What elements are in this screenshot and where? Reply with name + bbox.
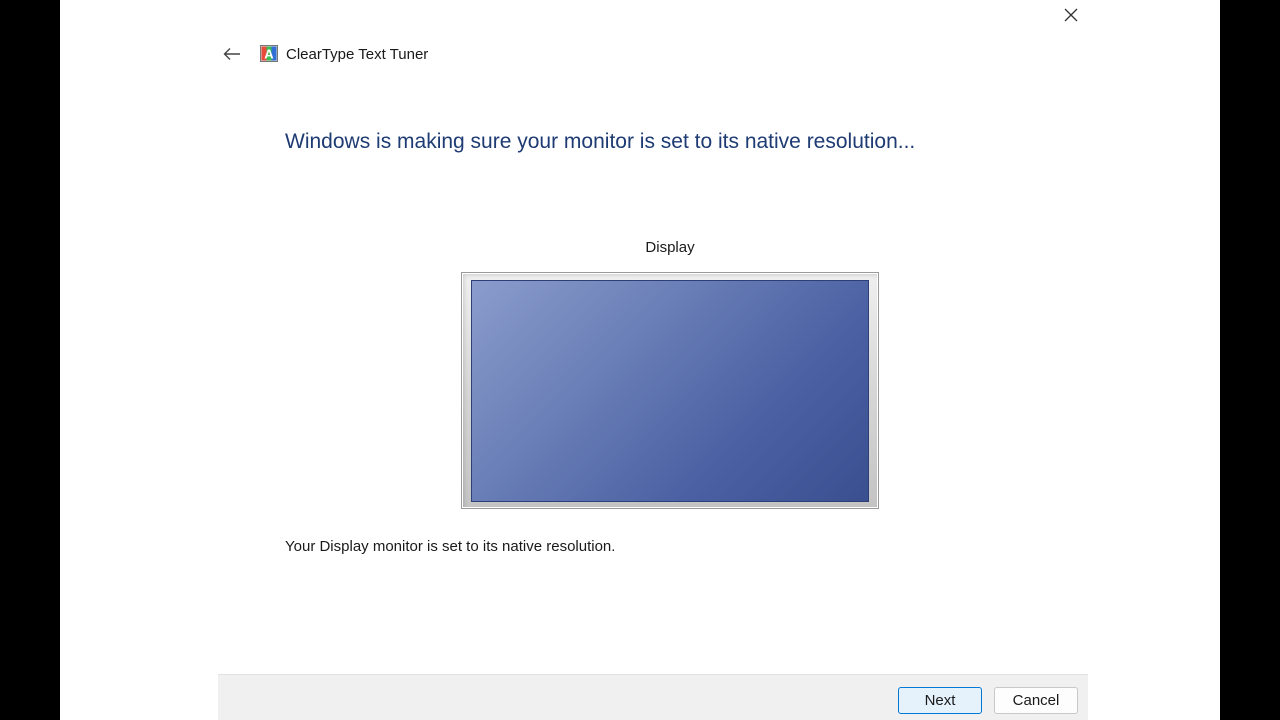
cleartype-window: A ClearType Text Tuner Windows is making…	[60, 0, 1220, 720]
app-title: ClearType Text Tuner	[286, 46, 429, 63]
svg-text:A: A	[264, 47, 274, 62]
display-label: Display	[645, 239, 695, 256]
monitor-frame	[461, 272, 879, 509]
back-arrow-icon	[223, 48, 240, 60]
status-text: Your Display monitor is set to its nativ…	[285, 538, 616, 555]
page-heading: Windows is making sure your monitor is s…	[285, 130, 916, 153]
cleartype-app-icon: A	[260, 45, 278, 62]
cancel-button[interactable]: Cancel	[994, 687, 1078, 714]
next-button[interactable]: Next	[898, 687, 982, 714]
monitor-screen	[471, 280, 869, 502]
back-button[interactable]	[220, 42, 244, 66]
close-icon	[1064, 8, 1078, 22]
footer-bar: Next Cancel	[218, 674, 1088, 720]
close-button[interactable]	[1058, 2, 1084, 28]
